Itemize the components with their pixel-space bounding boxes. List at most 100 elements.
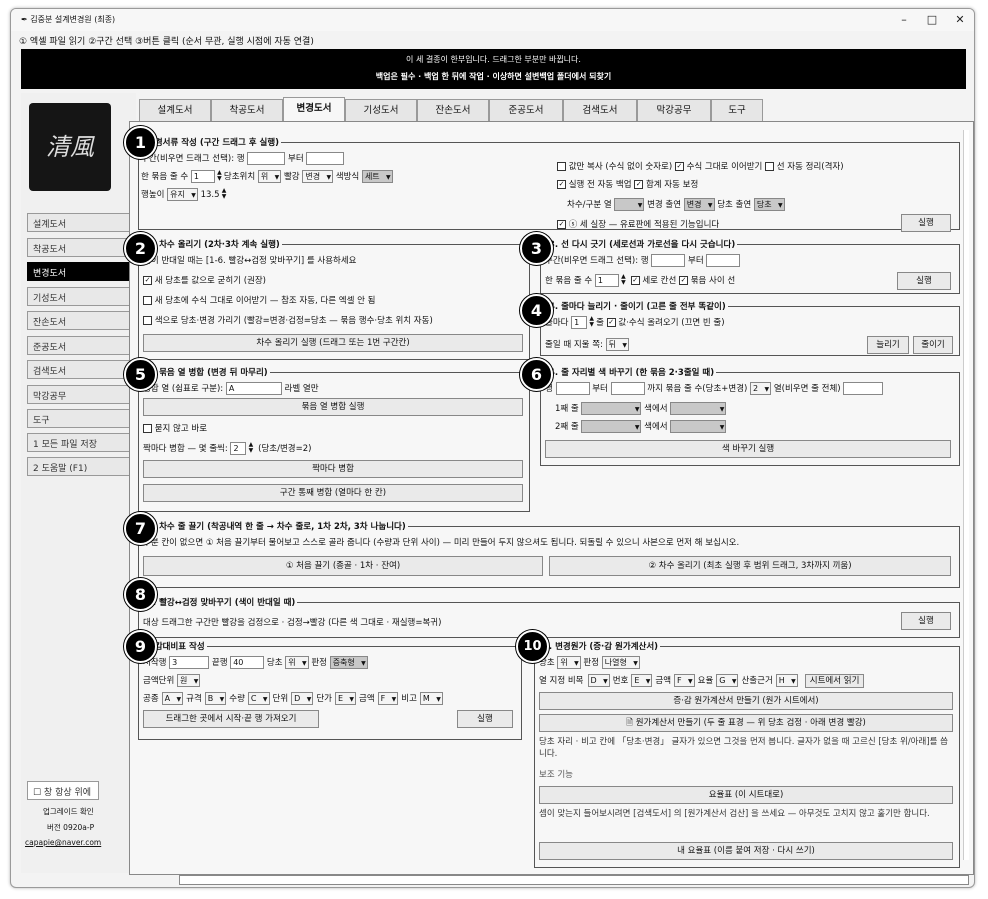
- line2-color-select[interactable]: [581, 420, 642, 433]
- checkbox[interactable]: ✓: [606, 318, 616, 327]
- line1-from-select[interactable]: [670, 402, 727, 415]
- checkbox[interactable]: ✓: [557, 220, 566, 229]
- tab-6[interactable]: 검색도서: [563, 99, 637, 121]
- s10-pos-select[interactable]: 위: [557, 656, 581, 669]
- scrollbar[interactable]: [963, 130, 969, 860]
- tab-4[interactable]: 잔손도서: [417, 99, 489, 121]
- change-out-select[interactable]: 변경: [683, 198, 715, 211]
- tab-3[interactable]: 기성도서: [345, 99, 417, 121]
- s10-col-select-8[interactable]: H: [775, 674, 798, 687]
- checkbox[interactable]: [557, 162, 566, 171]
- close-button[interactable]: ✕: [947, 11, 973, 29]
- spin-icon[interactable]: ▲ ▼: [220, 188, 229, 201]
- s9-col-select-1[interactable]: A: [161, 692, 184, 705]
- pair-merge-button[interactable]: 짝마다 병합: [143, 460, 523, 478]
- swap-run-button[interactable]: 실행: [901, 612, 951, 630]
- read-sheet-button[interactable]: 시트에서 읽기: [804, 674, 865, 688]
- merge-run-button[interactable]: 묶음 열 병합 실행: [143, 398, 523, 416]
- pos-select[interactable]: 위: [257, 170, 282, 183]
- fetch-rows-button[interactable]: 드래그한 곳에서 시작·끝 행 가져오기: [143, 710, 319, 728]
- checkbox[interactable]: ✓: [557, 180, 566, 189]
- s9-col-select-11[interactable]: F: [377, 692, 399, 705]
- s6-col-input[interactable]: [843, 382, 884, 395]
- col-select[interactable]: [614, 198, 645, 211]
- height-value[interactable]: 13.5: [201, 190, 220, 200]
- tab-8[interactable]: 도구: [711, 99, 763, 121]
- tab-2[interactable]: 변경도서: [283, 97, 345, 122]
- s10-judge-select[interactable]: 나열형: [601, 656, 640, 669]
- color-select[interactable]: 세트: [361, 170, 393, 183]
- s10-col-select-2[interactable]: E: [631, 674, 653, 687]
- range-merge-button[interactable]: 구간 통째 병합 (열마다 한 칸): [143, 484, 523, 502]
- s6-count-select[interactable]: 2: [750, 382, 772, 395]
- start-input[interactable]: 3: [169, 656, 210, 669]
- minimize-button[interactable]: –: [891, 11, 917, 29]
- sidebar-item-4[interactable]: 잔손도서: [27, 311, 130, 330]
- s9-judge-select[interactable]: 증축형: [329, 656, 368, 669]
- spin-icon[interactable]: ▲ ▼: [215, 170, 224, 183]
- save-all-button[interactable]: 1 모든 파일 저장: [27, 433, 130, 452]
- unit-select[interactable]: 원: [176, 674, 201, 687]
- always-on-top-toggle[interactable]: ☐ 창 항상 위에: [27, 781, 99, 800]
- checkbox[interactable]: [765, 162, 775, 171]
- cost-make-button[interactable]: 증·감 원가계산서 만들기 (원가 시트에서): [539, 692, 953, 710]
- checkbox[interactable]: ✓: [674, 162, 684, 171]
- checkbox[interactable]: [143, 316, 152, 325]
- my-rate-table-button[interactable]: 내 요율표 (이름 붙여 저장 · 다시 쓰기): [539, 842, 953, 860]
- tab-1[interactable]: 착공도서: [211, 99, 283, 121]
- s9-col-select-7[interactable]: D: [291, 692, 314, 705]
- red-select[interactable]: 변경: [302, 170, 334, 183]
- sidebar-item-3[interactable]: 기성도서: [27, 286, 130, 306]
- tab-7[interactable]: 막강공무: [637, 99, 711, 121]
- help-button[interactable]: 2 도움말 (F1): [27, 457, 130, 476]
- raise-order-button[interactable]: ② 차수 올리기 (최초 실행 후 범위 드래그, 3차까지 끼움): [549, 556, 951, 576]
- sidebar-item-0[interactable]: 설계도서: [27, 213, 130, 232]
- color-run-button[interactable]: 색 바꾸기 실행: [545, 440, 951, 458]
- increase-button[interactable]: 늘리기: [867, 336, 909, 354]
- sidebar-item-7[interactable]: 막강공무: [27, 384, 130, 404]
- checkbox[interactable]: ✓: [679, 276, 689, 285]
- spin-icon[interactable]: ▲ ▼: [619, 274, 628, 287]
- s3-run-button[interactable]: 실행: [897, 272, 951, 290]
- range-to-input[interactable]: [306, 152, 345, 165]
- spin-icon[interactable]: ▲ ▼: [246, 442, 255, 455]
- s9-col-select-9[interactable]: E: [334, 692, 357, 705]
- checkbox[interactable]: ✓: [634, 180, 644, 189]
- s3-from-input[interactable]: [651, 254, 686, 267]
- s9-pos-select[interactable]: 위: [285, 656, 309, 669]
- side-select[interactable]: 뒤: [605, 338, 629, 351]
- s1-run-button[interactable]: 실행: [901, 214, 951, 232]
- pair-input[interactable]: 2: [230, 442, 247, 455]
- s9-run-button[interactable]: 실행: [457, 710, 513, 728]
- email-link[interactable]: capapie@naver.com: [25, 838, 101, 847]
- s10-col-select-6[interactable]: G: [716, 674, 739, 687]
- cost-two-line-button[interactable]: 🗎 원가계산서 만들기 (두 줄 표경 — 위 당초 검정 · 아래 변경 빨강…: [539, 714, 953, 732]
- sidebar-item-6[interactable]: 검색도서: [27, 360, 130, 379]
- checkbox[interactable]: [143, 424, 152, 433]
- sidebar-item-1[interactable]: 착공도서: [27, 237, 130, 257]
- every-input[interactable]: 1: [571, 316, 588, 329]
- range-from-input[interactable]: [247, 152, 286, 165]
- upgrade-check-link[interactable]: 업그레이드 확인: [43, 806, 94, 817]
- rate-table-button[interactable]: 요율표 (이 시트대로): [539, 786, 953, 804]
- checkbox[interactable]: ✓: [143, 276, 152, 285]
- spin-icon[interactable]: ▲ ▼: [587, 316, 596, 329]
- checkbox[interactable]: [143, 296, 152, 305]
- s2-run-button[interactable]: 차수 올리기 실행 (드래그 또는 1번 구간칸): [143, 334, 523, 352]
- bundle-input[interactable]: 1: [190, 170, 215, 183]
- s9-col-select-3[interactable]: B: [204, 692, 227, 705]
- merge-col-input[interactable]: A: [225, 382, 282, 395]
- s3-bundle-input[interactable]: 1: [594, 274, 619, 287]
- s6-to-input[interactable]: [610, 382, 645, 395]
- height-mode-select[interactable]: 유지: [167, 188, 198, 201]
- checkbox[interactable]: ✓: [630, 276, 640, 285]
- s6-from-input[interactable]: [555, 382, 590, 395]
- first-pull-button[interactable]: ① 처음 끌기 (종골 · 1차 · 잔여): [143, 556, 543, 576]
- s9-col-select-13[interactable]: M: [419, 692, 443, 705]
- end-input[interactable]: 40: [230, 656, 265, 669]
- s10-col-select-4[interactable]: F: [674, 674, 695, 687]
- maximize-button[interactable]: □: [919, 11, 945, 29]
- sidebar-item-5[interactable]: 준공도서: [27, 335, 130, 355]
- sidebar-item-2[interactable]: 변경도서: [27, 262, 130, 281]
- decrease-button[interactable]: 줄이기: [913, 336, 953, 354]
